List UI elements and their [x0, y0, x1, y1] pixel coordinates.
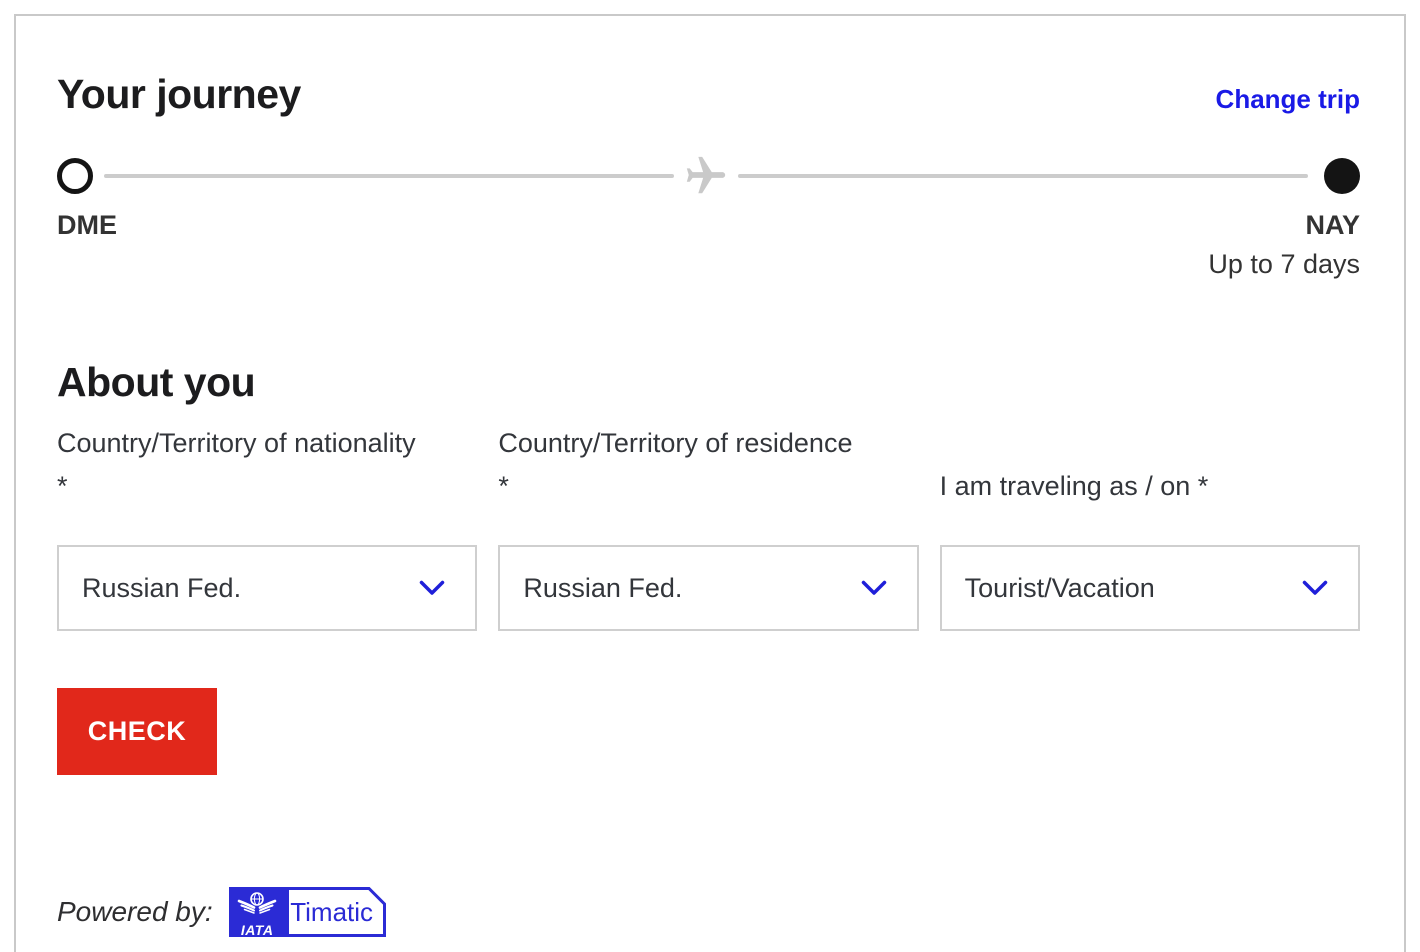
- chevron-down-icon: [419, 580, 445, 597]
- powered-by-row: Powered by: IATA: [57, 887, 1360, 937]
- field-residence: Country/Territory of residence * Russian…: [498, 422, 918, 631]
- iata-logo-square: IATA: [229, 887, 286, 937]
- powered-by-label: Powered by:: [57, 896, 213, 928]
- iata-timatic-logo: IATA Timatic: [229, 887, 386, 937]
- origin-marker: [57, 158, 93, 194]
- travel-purpose-select[interactable]: Tourist/Vacation: [940, 545, 1360, 631]
- nationality-select[interactable]: Russian Fed.: [57, 545, 477, 631]
- residence-label: Country/Territory of residence *: [498, 422, 918, 508]
- destination-info: NAY Up to 7 days: [1208, 210, 1360, 280]
- change-trip-link[interactable]: Change trip: [1216, 84, 1360, 115]
- journey-codes: DME NAY Up to 7 days: [57, 210, 1360, 280]
- about-title: About you: [57, 358, 1360, 406]
- check-button[interactable]: CHECK: [57, 688, 217, 775]
- timatic-logo-tag: Timatic: [286, 887, 386, 937]
- iata-winged-globe-icon: [237, 891, 277, 922]
- field-nationality: Country/Territory of nationality * Russi…: [57, 422, 477, 631]
- timeline-line-right: [738, 174, 1308, 178]
- origin-code: DME: [57, 210, 117, 280]
- nationality-value: Russian Fed.: [82, 573, 241, 604]
- journey-header: Your journey Change trip: [57, 70, 1360, 118]
- stay-duration: Up to 7 days: [1208, 249, 1360, 280]
- residence-value: Russian Fed.: [523, 573, 682, 604]
- timeline-line-left: [104, 174, 674, 178]
- journey-timeline: [57, 158, 1360, 194]
- residence-select[interactable]: Russian Fed.: [498, 545, 918, 631]
- about-fields: Country/Territory of nationality * Russi…: [57, 422, 1360, 631]
- chevron-down-icon: [861, 580, 887, 597]
- journey-title: Your journey: [57, 70, 301, 118]
- timatic-logo-text: Timatic: [286, 887, 378, 937]
- destination-marker: [1324, 158, 1360, 194]
- field-travel-purpose: I am traveling as / on * Tourist/Vacatio…: [940, 422, 1360, 631]
- plane-icon: [683, 153, 729, 199]
- chevron-down-icon: [1302, 580, 1328, 597]
- destination-code: NAY: [1305, 210, 1360, 240]
- travel-purpose-label: I am traveling as / on *: [940, 422, 1360, 508]
- nationality-label: Country/Territory of nationality *: [57, 422, 477, 508]
- visa-check-card: Your journey Change trip DME NAY Up to 7…: [14, 14, 1406, 952]
- travel-purpose-value: Tourist/Vacation: [965, 573, 1155, 604]
- iata-logo-text: IATA: [241, 923, 274, 937]
